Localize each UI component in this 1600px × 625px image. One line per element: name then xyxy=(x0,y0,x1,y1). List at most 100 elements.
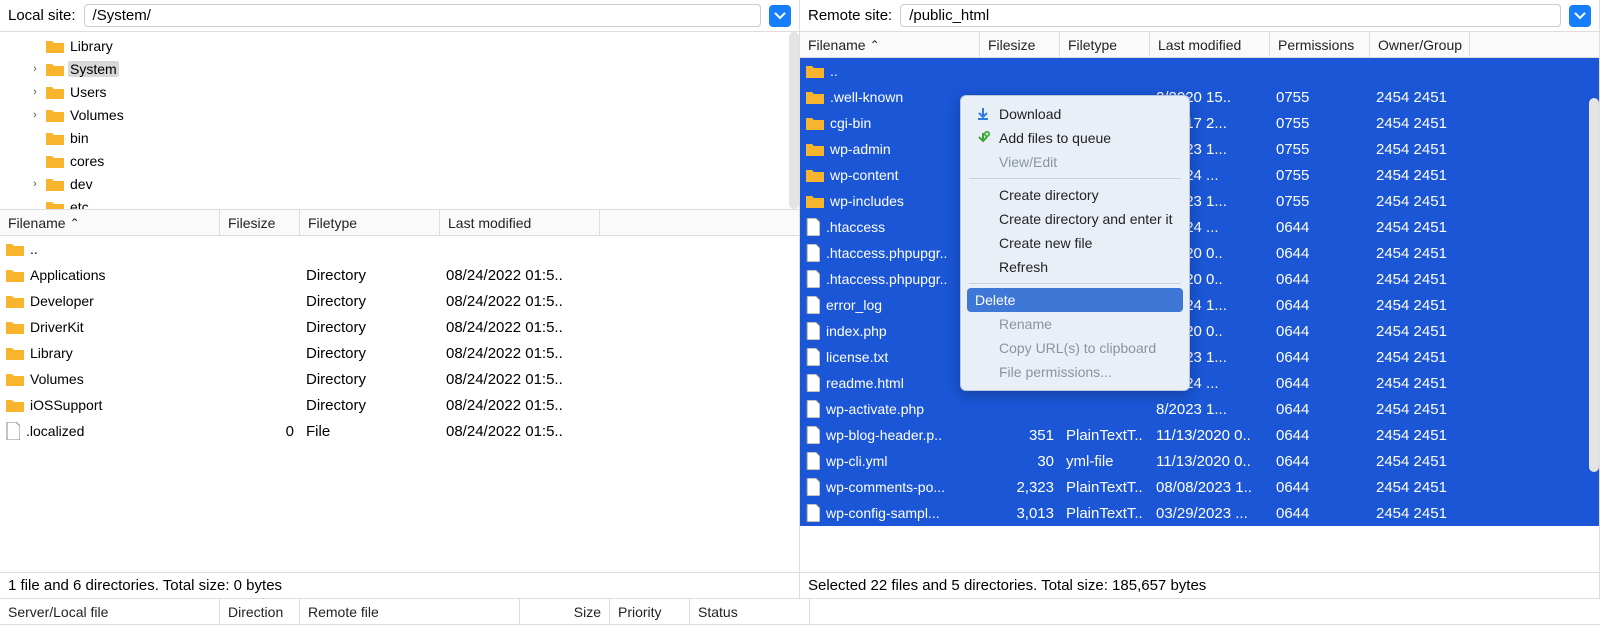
file-perm: 0644 xyxy=(1270,453,1370,470)
file-icon xyxy=(806,348,820,366)
file-row[interactable]: wp-cli.yml30yml-file11/13/2020 0..064424… xyxy=(800,448,1599,474)
ctx-add-queue[interactable]: Add files to queue xyxy=(961,126,1189,150)
scrollbar[interactable] xyxy=(1589,98,1599,472)
col-filetype[interactable]: Filetype xyxy=(300,210,440,235)
file-name: Volumes xyxy=(30,371,84,387)
file-row[interactable]: .htaccess.phpupgr..7/2020 0..06442454 24… xyxy=(800,266,1599,292)
remote-path-dropdown[interactable] xyxy=(1569,5,1591,27)
file-icon xyxy=(806,322,820,340)
file-type: Directory xyxy=(300,345,440,362)
tree-item[interactable]: › System xyxy=(0,57,799,80)
file-name: wp-content xyxy=(830,167,898,183)
local-path-dropdown[interactable] xyxy=(769,5,791,27)
file-row[interactable]: wp-comments-po...2,323PlainTextT..08/08/… xyxy=(800,474,1599,500)
ctx-refresh[interactable]: Refresh xyxy=(961,255,1189,279)
file-row[interactable]: wp-admin8/2023 1...07552454 2451 xyxy=(800,136,1599,162)
file-name: .localized xyxy=(26,423,84,439)
file-owner: 2454 2451 xyxy=(1370,505,1470,522)
tree-item[interactable]: cores xyxy=(0,149,799,172)
tree-item[interactable]: ›Volumes xyxy=(0,103,799,126)
file-owner: 2454 2451 xyxy=(1370,141,1470,158)
tree-label: cores xyxy=(68,153,106,169)
tree-item[interactable]: › dev xyxy=(0,172,799,195)
col-filename[interactable]: Filename⌃ xyxy=(800,32,980,57)
chevron-right-icon[interactable]: › xyxy=(28,178,42,190)
file-type: Directory xyxy=(300,397,440,414)
ctx-create-file[interactable]: Create new file xyxy=(961,231,1189,255)
col-filesize[interactable]: Filesize xyxy=(220,210,300,235)
file-row[interactable]: .htaccess.phpupgr..7/2020 0..06442454 24… xyxy=(800,240,1599,266)
file-perm: 0644 xyxy=(1270,219,1370,236)
chevron-right-icon[interactable]: › xyxy=(28,63,42,75)
col-perm[interactable]: Permissions xyxy=(1270,32,1370,57)
file-row[interactable]: VolumesDirectory08/24/2022 01:5.. xyxy=(0,366,799,392)
scrollbar[interactable] xyxy=(789,32,799,209)
tree-label: dev xyxy=(68,176,95,192)
chevron-right-icon[interactable]: › xyxy=(28,86,42,98)
ctx-delete[interactable]: Delete xyxy=(967,288,1183,312)
file-name: wp-admin xyxy=(830,141,891,157)
tree-item[interactable]: etc xyxy=(0,195,799,210)
col-direction[interactable]: Direction xyxy=(220,599,300,624)
file-row[interactable]: readme.html0/2024 ...06442454 2451 xyxy=(800,370,1599,396)
file-row[interactable]: index.php3/2020 0..06442454 2451 xyxy=(800,318,1599,344)
file-name: license.txt xyxy=(826,349,888,365)
file-name: .htaccess.phpupgr.. xyxy=(826,271,947,287)
ctx-create-dir-enter[interactable]: Create directory and enter it xyxy=(961,207,1189,231)
file-icon xyxy=(806,504,820,522)
file-row[interactable]: wp-content8/2024 ...07552454 2451 xyxy=(800,162,1599,188)
file-row[interactable]: LibraryDirectory08/24/2022 01:5.. xyxy=(0,340,799,366)
file-row[interactable]: ApplicationsDirectory08/24/2022 01:5.. xyxy=(0,262,799,288)
col-status[interactable]: Status xyxy=(690,599,810,624)
folder-icon xyxy=(6,398,24,412)
tree-item[interactable]: Library xyxy=(0,34,799,57)
local-file-list[interactable]: ..ApplicationsDirectory08/24/2022 01:5..… xyxy=(0,236,799,572)
file-mod: 08/24/2022 01:5.. xyxy=(440,423,600,440)
tree-item[interactable]: bin xyxy=(0,126,799,149)
file-row[interactable]: .. xyxy=(800,58,1599,84)
tree-label: etc xyxy=(68,199,91,211)
col-size[interactable]: Size xyxy=(520,599,610,624)
file-type: Directory xyxy=(300,319,440,336)
col-filesize[interactable]: Filesize xyxy=(980,32,1060,57)
file-row[interactable]: wp-activate.php8/2023 1...06442454 2451 xyxy=(800,396,1599,422)
local-tree[interactable]: Library › System ›Users›Volumesbin cores › dev… xyxy=(0,32,799,210)
remote-file-list[interactable]: ...well-known2/2020 15..07552454 2451cgi… xyxy=(800,58,1599,572)
file-icon xyxy=(806,244,820,262)
col-owner[interactable]: Owner/Group xyxy=(1370,32,1470,57)
download-icon xyxy=(975,106,991,122)
file-row[interactable]: wp-config-sampl...3,013PlainTextT..03/29… xyxy=(800,500,1599,526)
col-lastmod[interactable]: Last modified xyxy=(1150,32,1270,57)
ctx-create-dir[interactable]: Create directory xyxy=(961,183,1189,207)
file-row[interactable]: DeveloperDirectory08/24/2022 01:5.. xyxy=(0,288,799,314)
col-lastmod[interactable]: Last modified xyxy=(440,210,600,235)
col-filename[interactable]: Filename⌃ xyxy=(0,210,220,235)
file-row[interactable]: iOSSupportDirectory08/24/2022 01:5.. xyxy=(0,392,799,418)
file-row[interactable]: wp-includes7/2023 1...07552454 2451 xyxy=(800,188,1599,214)
file-icon xyxy=(806,296,820,314)
col-remote-file[interactable]: Remote file xyxy=(300,599,520,624)
tree-label: System xyxy=(68,61,119,77)
chevron-right-icon[interactable]: › xyxy=(28,109,42,121)
file-row[interactable]: DriverKitDirectory08/24/2022 01:5.. xyxy=(0,314,799,340)
local-path-input[interactable]: /System/ xyxy=(84,4,761,27)
file-row[interactable]: license.txt7/2023 1...06442454 2451 xyxy=(800,344,1599,370)
file-row[interactable]: error_log7/2024 1...06442454 2451 xyxy=(800,292,1599,318)
file-perm: 0644 xyxy=(1270,479,1370,496)
file-row[interactable]: cgi-bin2/2017 2...07552454 2451 xyxy=(800,110,1599,136)
col-filetype[interactable]: Filetype xyxy=(1060,32,1150,57)
col-priority[interactable]: Priority xyxy=(610,599,690,624)
remote-path-input[interactable]: /public_html xyxy=(900,4,1561,27)
file-row[interactable]: .htaccess8/2024 ...06442454 2451 xyxy=(800,214,1599,240)
col-server-local[interactable]: Server/Local file xyxy=(0,599,220,624)
folder-icon xyxy=(806,142,824,156)
file-row[interactable]: .well-known2/2020 15..07552454 2451 xyxy=(800,84,1599,110)
tree-item[interactable]: ›Users xyxy=(0,80,799,103)
file-name: Library xyxy=(30,345,73,361)
file-row[interactable]: wp-blog-header.p..351PlainTextT..11/13/2… xyxy=(800,422,1599,448)
ctx-download[interactable]: Download xyxy=(961,102,1189,126)
file-row[interactable]: .localized0File08/24/2022 01:5.. xyxy=(0,418,799,444)
file-perm: 0644 xyxy=(1270,323,1370,340)
file-perm: 0644 xyxy=(1270,427,1370,444)
file-row[interactable]: .. xyxy=(0,236,799,262)
